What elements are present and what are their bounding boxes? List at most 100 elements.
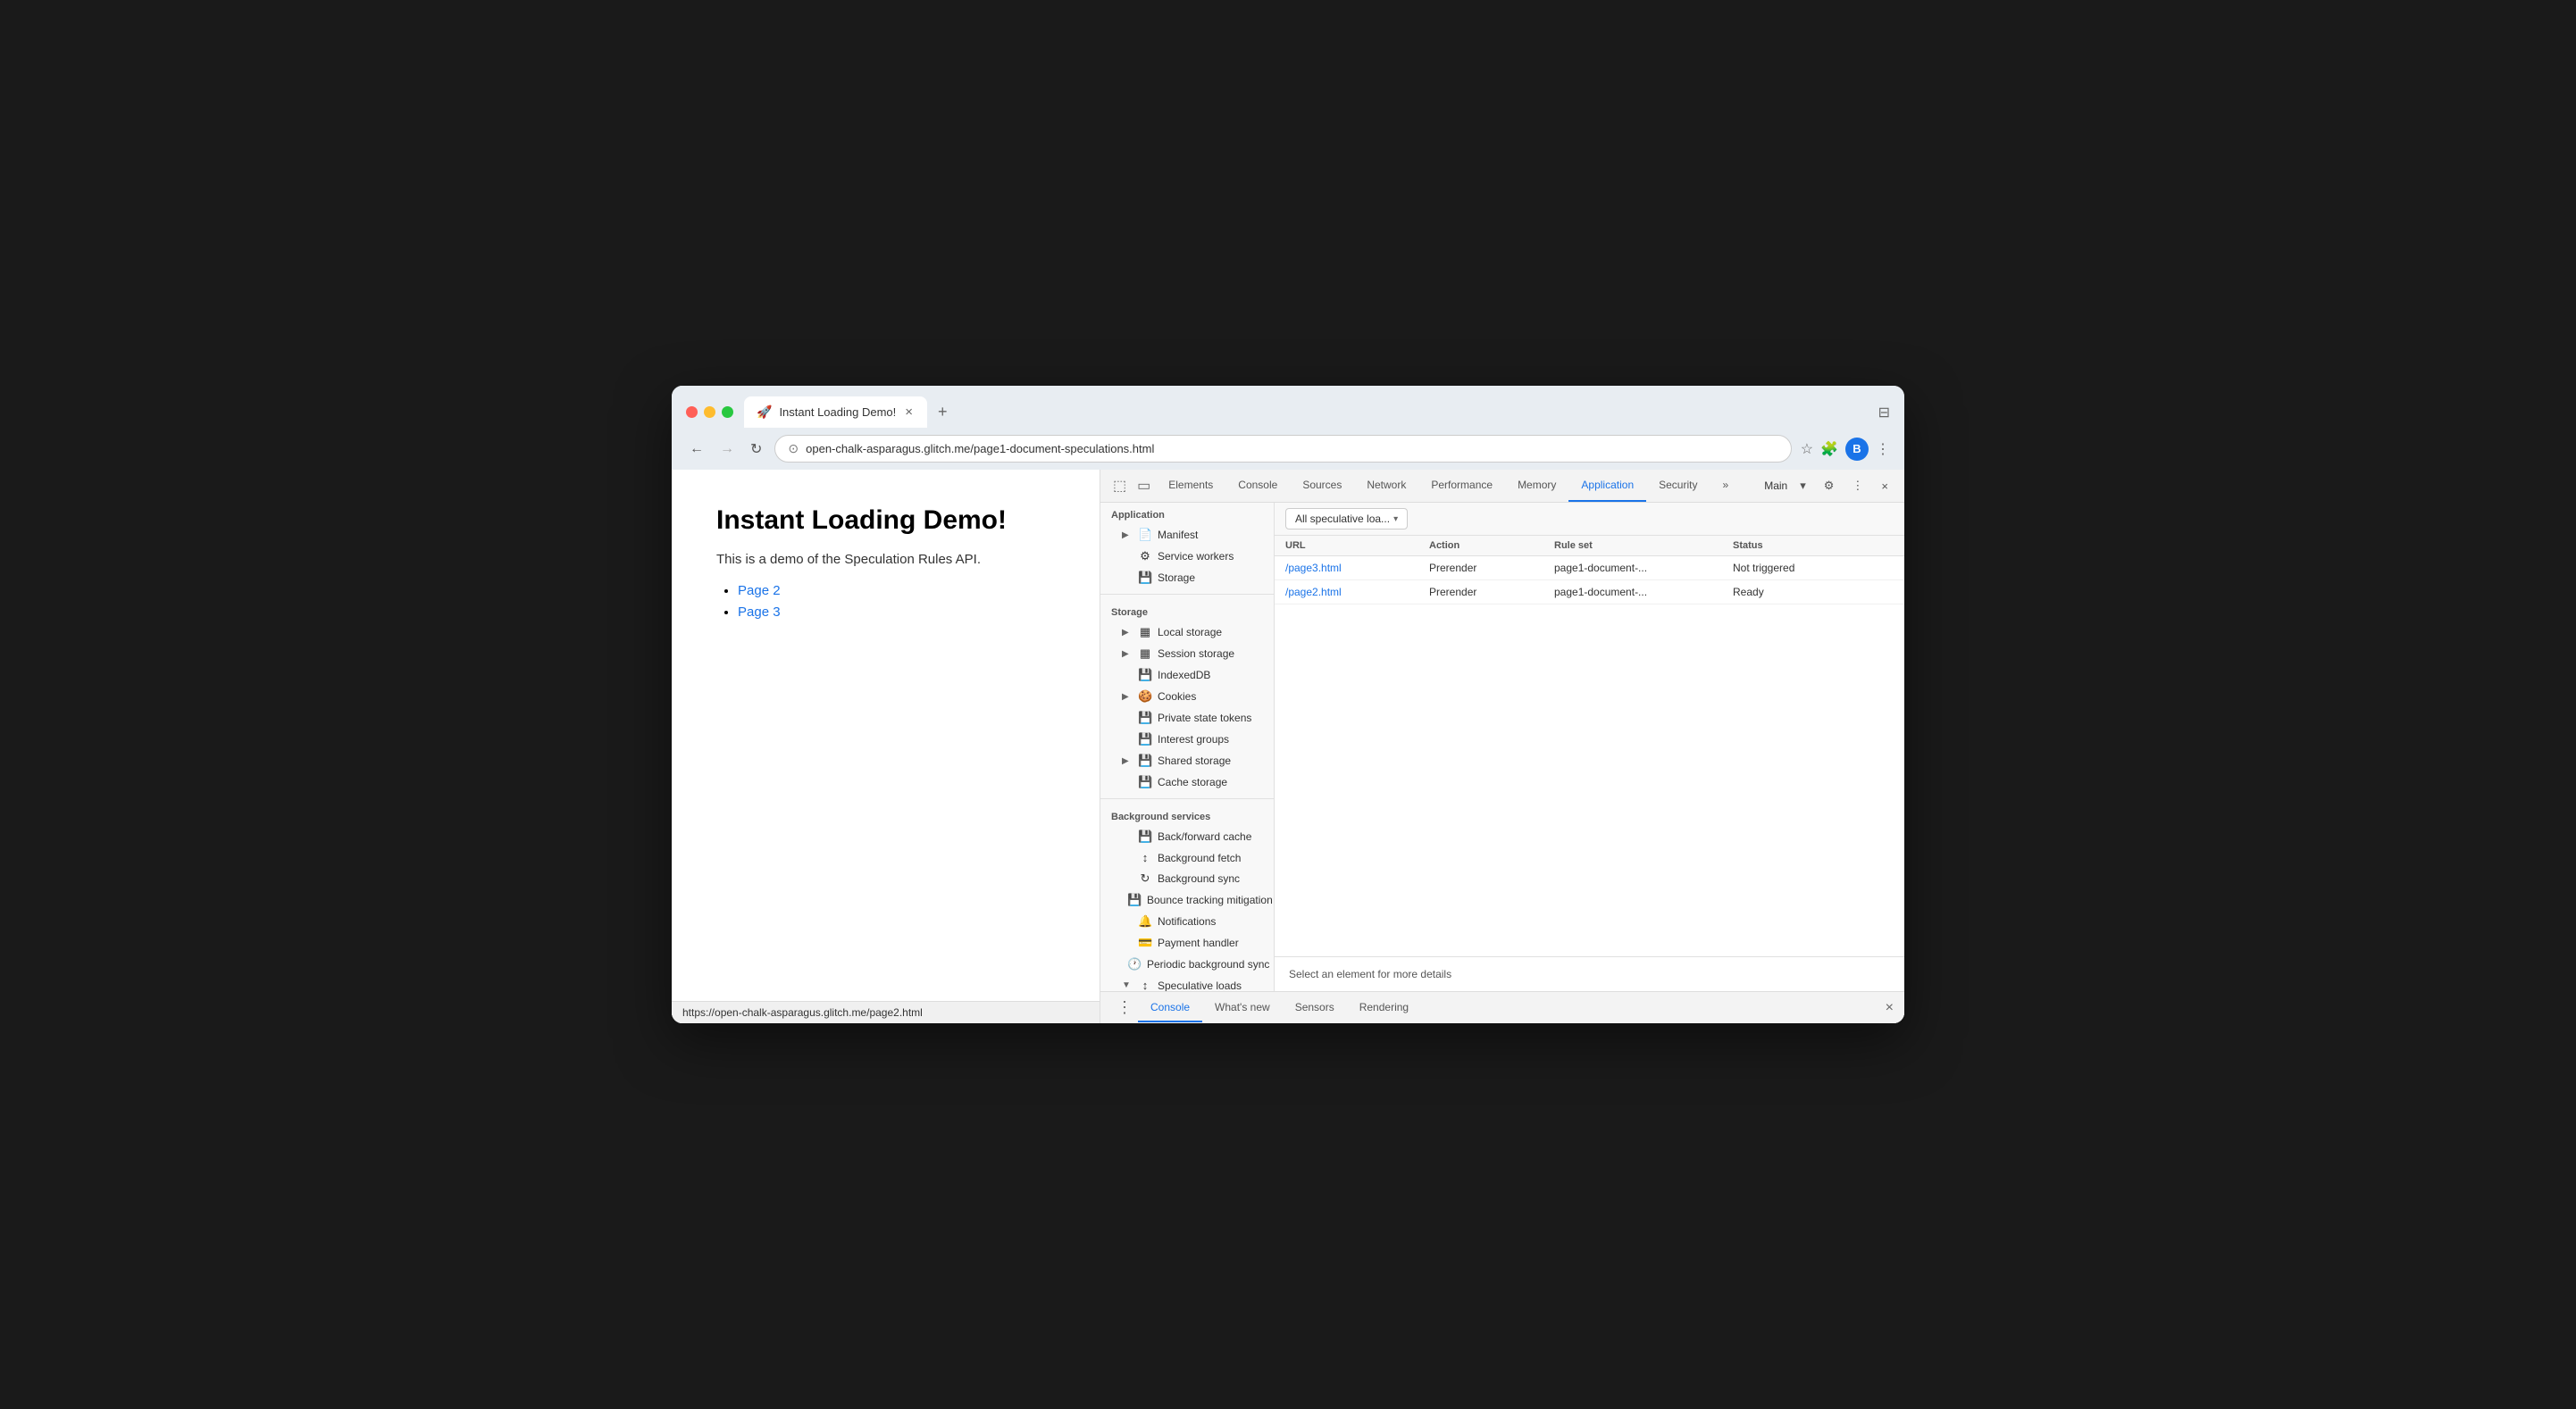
tab-memory[interactable]: Memory [1505, 470, 1568, 502]
tab-more[interactable]: » [1710, 470, 1741, 502]
sidebar-item-bg-sync[interactable]: ↻ Background sync [1100, 868, 1274, 889]
devtools-panel: ⬚ ▭ Elements Console Sources Network Per… [1100, 470, 1904, 1023]
status-bar: https://open-chalk-asparagus.glitch.me/p… [672, 1001, 1100, 1023]
minimize-traffic-light[interactable] [704, 406, 715, 418]
reload-button[interactable]: ↻ [747, 437, 765, 462]
page-links-list: Page 2 Page 3 [716, 583, 1055, 621]
tab-sources[interactable]: Sources [1290, 470, 1354, 502]
close-devtools-button[interactable]: × [1876, 476, 1894, 496]
main-area: Instant Loading Demo! This is a demo of … [672, 470, 1904, 1023]
bgf-icon: ↕ [1138, 851, 1152, 864]
context-arrow[interactable]: ▾ [1794, 475, 1811, 496]
bt-label: Bounce tracking mitigation [1147, 894, 1273, 906]
devtools-device-icon[interactable]: ▭ [1132, 470, 1156, 502]
cookies-label: Cookies [1158, 690, 1196, 703]
address-input[interactable]: ⊙ open-chalk-asparagus.glitch.me/page1-d… [774, 435, 1791, 463]
tab-security[interactable]: Security [1646, 470, 1710, 502]
filter-dropdown[interactable]: All speculative loa... ▾ [1285, 508, 1408, 529]
devtools-controls: Main ▾ ⚙ ⋮ × [1761, 471, 1897, 500]
panel-toolbar: All speculative loa... ▾ [1275, 503, 1904, 536]
pst-label: Private state tokens [1158, 712, 1251, 724]
bookmark-button[interactable]: ☆ [1801, 440, 1813, 458]
forward-button[interactable]: → [716, 438, 738, 461]
bottom-tab-whats-new[interactable]: What's new [1202, 994, 1283, 1022]
ig-icon: 💾 [1138, 732, 1152, 746]
page-description: This is a demo of the Speculation Rules … [716, 552, 1055, 567]
maximize-traffic-light[interactable] [722, 406, 733, 418]
sidebar-item-service-workers[interactable]: ⚙ Service workers [1100, 546, 1274, 567]
ph-label: Payment handler [1158, 937, 1239, 949]
cookies-toggle: ▶ [1122, 692, 1133, 702]
sidebar-item-bf-cache[interactable]: 💾 Back/forward cache [1100, 826, 1274, 847]
tab-performance[interactable]: Performance [1418, 470, 1505, 502]
sidebar-item-cookies[interactable]: ▶ 🍪 Cookies [1100, 686, 1274, 707]
idb-icon: 💾 [1138, 668, 1152, 682]
sidebar-item-local-storage[interactable]: ▶ ▦ Local storage [1100, 621, 1274, 643]
devtools-body: Application ▶ 📄 Manifest ⚙ Service worke… [1100, 503, 1904, 991]
notif-label: Notifications [1158, 915, 1216, 928]
browser-window: 🚀 Instant Loading Demo! × + ⊟ ← → ↻ ⊙ op… [672, 386, 1904, 1023]
bottom-tab-console[interactable]: Console [1138, 994, 1202, 1022]
sidebar-item-notifications[interactable]: 🔔 Notifications [1100, 911, 1274, 932]
title-bar: 🚀 Instant Loading Demo! × + ⊟ [672, 386, 1904, 428]
settings-button[interactable]: ⚙ [1819, 475, 1840, 496]
bgf-label: Background fetch [1158, 852, 1241, 864]
sidebar-item-bounce-tracking[interactable]: 💾 Bounce tracking mitigation [1100, 889, 1274, 911]
url-display: open-chalk-asparagus.glitch.me/page1-doc… [806, 442, 1778, 455]
sidebar-item-bg-fetch[interactable]: ↕ Background fetch [1100, 847, 1274, 868]
devtools-inspect-icon[interactable]: ⬚ [1108, 470, 1132, 502]
devtools-main-panel: All speculative loa... ▾ URL Action Rule… [1275, 503, 1904, 991]
tab-application[interactable]: Application [1568, 470, 1646, 502]
close-traffic-light[interactable] [686, 406, 698, 418]
col-ruleset: Rule set [1554, 540, 1733, 551]
cookies-icon: 🍪 [1138, 689, 1152, 704]
sidebar-item-private-state[interactable]: 💾 Private state tokens [1100, 707, 1274, 729]
manifest-icon: 📄 [1138, 528, 1152, 542]
sidebar-item-indexeddb[interactable]: 💾 IndexedDB [1100, 664, 1274, 686]
sidebar-item-cache-storage[interactable]: 💾 Cache storage [1100, 771, 1274, 793]
bottom-tab-rendering[interactable]: Rendering [1347, 994, 1421, 1022]
panel-footer: Select an element for more details [1275, 956, 1904, 991]
col-action: Action [1429, 540, 1554, 551]
more-options-button[interactable]: ⋮ [1846, 475, 1869, 496]
account-button[interactable]: B [1845, 438, 1869, 461]
bottom-menu-button[interactable]: ⋮ [1111, 995, 1138, 1021]
back-button[interactable]: ← [686, 438, 707, 461]
address-bar: ← → ↻ ⊙ open-chalk-asparagus.glitch.me/p… [672, 428, 1904, 470]
tab-elements[interactable]: Elements [1156, 470, 1225, 502]
ls-icon: ▦ [1138, 625, 1152, 639]
tab-close-button[interactable]: × [903, 404, 915, 421]
sidebar-item-periodic-bg-sync[interactable]: 🕐 Periodic background sync [1100, 954, 1274, 975]
sl-label: Speculative loads [1158, 980, 1242, 992]
tab-console[interactable]: Console [1225, 470, 1290, 502]
page2-link[interactable]: Page 2 [738, 583, 781, 598]
sw-label: Service workers [1158, 550, 1234, 563]
sidebar-item-shared-storage[interactable]: ▶ 💾 Shared storage [1100, 750, 1274, 771]
shst-icon: 💾 [1138, 754, 1152, 768]
sidebar-item-speculative-loads[interactable]: ▼ ↕ Speculative loads [1100, 975, 1274, 991]
storage-section-header: Storage [1100, 600, 1274, 621]
sidebar-item-interest-groups[interactable]: 💾 Interest groups [1100, 729, 1274, 750]
list-item: Page 2 [738, 583, 1055, 599]
active-tab[interactable]: 🚀 Instant Loading Demo! × [744, 396, 927, 428]
bottom-close-button[interactable]: × [1886, 1000, 1894, 1016]
browser-menu-button[interactable]: ⋮ [1876, 440, 1890, 458]
table-row[interactable]: /page2.html Prerender page1-document-...… [1275, 580, 1904, 604]
bottom-tab-sensors[interactable]: Sensors [1283, 994, 1347, 1022]
row2-action: Prerender [1429, 586, 1554, 598]
extension-button[interactable]: 🧩 [1820, 440, 1838, 458]
page3-link[interactable]: Page 3 [738, 604, 781, 620]
sidebar-item-session-storage[interactable]: ▶ ▦ Session storage [1100, 643, 1274, 664]
traffic-lights [686, 406, 733, 418]
minimize-button[interactable]: ⊟ [1878, 404, 1890, 421]
bgs-label: Background sync [1158, 872, 1240, 885]
sidebar-item-manifest[interactable]: ▶ 📄 Manifest [1100, 524, 1274, 546]
tab-bar: 🚀 Instant Loading Demo! × + ⊟ [744, 396, 1890, 428]
list-item: Page 3 [738, 604, 1055, 621]
sidebar-item-payment-handler[interactable]: 💳 Payment handler [1100, 932, 1274, 954]
tab-network[interactable]: Network [1354, 470, 1418, 502]
sidebar-item-storage-app[interactable]: 💾 Storage [1100, 567, 1274, 588]
table-row[interactable]: /page3.html Prerender page1-document-...… [1275, 556, 1904, 580]
new-tab-button[interactable]: + [931, 399, 955, 425]
security-icon: ⊙ [788, 441, 799, 456]
